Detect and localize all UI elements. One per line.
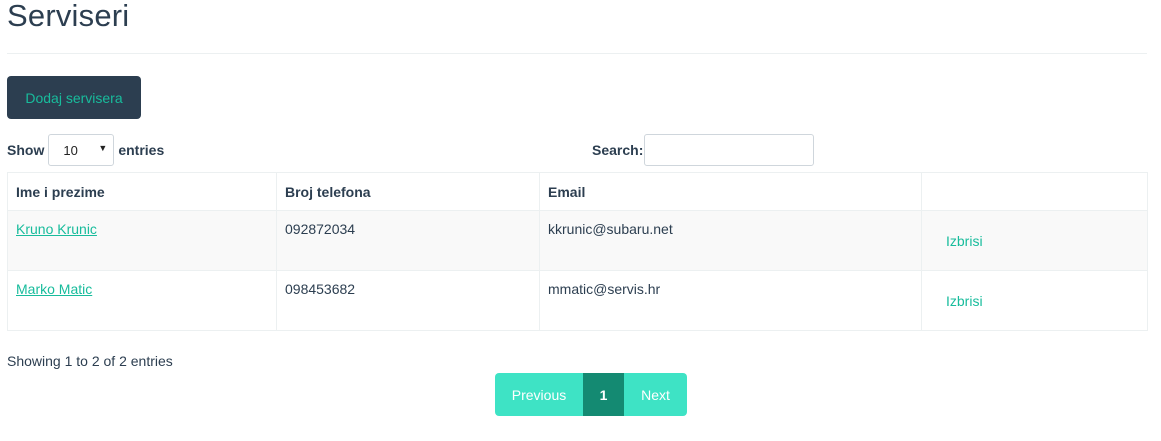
title-divider [7, 53, 1147, 54]
column-header-email[interactable]: Email [539, 172, 922, 211]
phone-value: 098453682 [285, 281, 356, 297]
table-info: Showing 1 to 2 of 2 entries [7, 353, 173, 369]
entries-length-control: Show 10 ▼ entries [7, 134, 164, 166]
action-cell: Izbrisi [921, 210, 1148, 271]
servicers-table: Ime i prezime Broj telefona Email Kruno … [7, 172, 1148, 331]
email-cell: kkrunic@subaru.net [539, 210, 922, 271]
phone-cell: 092872034 [276, 210, 540, 271]
search-input[interactable] [644, 134, 815, 166]
search-control: Search: [592, 134, 815, 166]
table-row: Marko Matic 098453682 mmatic@servis.hr I… [7, 270, 1148, 331]
table-header-row: Ime i prezime Broj telefona Email [7, 172, 1148, 211]
column-header-name[interactable]: Ime i prezime [7, 172, 277, 211]
table-row: Kruno Krunic 092872034 kkrunic@subaru.ne… [7, 210, 1148, 271]
email-value: kkrunic@subaru.net [548, 221, 673, 237]
column-header-actions [921, 172, 1148, 211]
column-header-phone[interactable]: Broj telefona [276, 172, 540, 211]
email-value: mmatic@servis.hr [548, 281, 661, 297]
delete-link[interactable]: Izbrisi [946, 293, 983, 309]
action-cell: Izbrisi [921, 270, 1148, 331]
delete-link[interactable]: Izbrisi [946, 233, 983, 249]
name-cell: Marko Matic [7, 270, 277, 331]
phone-cell: 098453682 [276, 270, 540, 331]
phone-value: 092872034 [285, 221, 356, 237]
entries-label: entries [118, 142, 165, 158]
servicer-name-link[interactable]: Kruno Krunic [16, 221, 97, 237]
page-title: Serviseri [7, 0, 130, 33]
add-servicer-button[interactable]: Dodaj servisera [7, 76, 141, 119]
chevron-down-icon: ▼ [98, 143, 108, 153]
next-page-button[interactable]: Next [624, 373, 687, 416]
servicer-name-link[interactable]: Marko Matic [16, 281, 92, 297]
search-label: Search: [592, 142, 644, 158]
entries-length-select[interactable]: 10 ▼ [48, 134, 115, 166]
previous-page-button[interactable]: Previous [495, 373, 583, 416]
entries-length-value: 10 [63, 143, 78, 158]
pagination: Previous 1 Next [495, 373, 687, 416]
name-cell: Kruno Krunic [7, 210, 277, 271]
current-page-button[interactable]: 1 [583, 373, 624, 416]
show-label: Show [7, 142, 45, 158]
email-cell: mmatic@servis.hr [539, 270, 922, 331]
